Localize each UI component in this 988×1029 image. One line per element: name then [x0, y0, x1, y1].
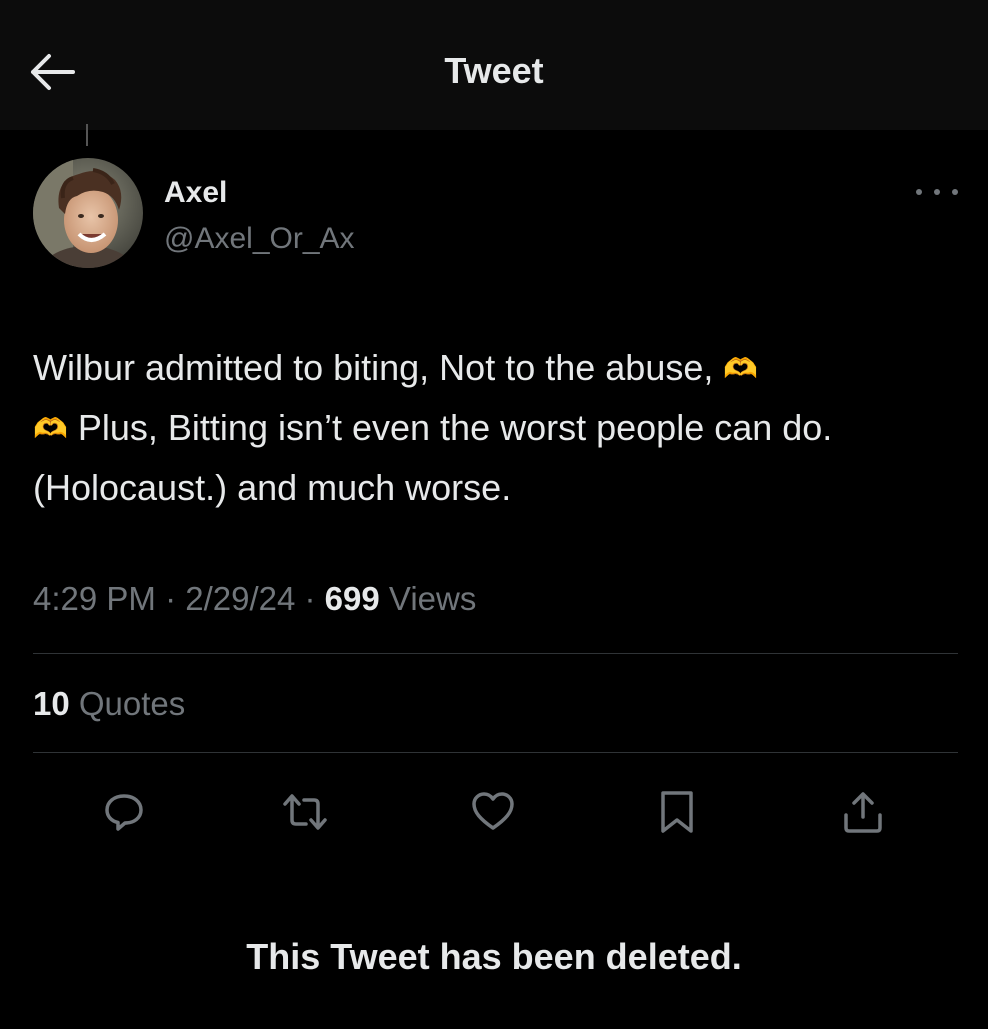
more-dot	[916, 189, 922, 195]
like-button[interactable]	[468, 787, 518, 837]
retweet-button[interactable]	[280, 787, 330, 837]
views-count: 699	[324, 580, 380, 617]
heart-hands-emoji: 🫶	[33, 412, 68, 445]
top-bar: Tweet	[0, 0, 988, 130]
tweet-date[interactable]: 2/29/24	[185, 580, 295, 617]
more-dot	[952, 189, 958, 195]
quotes-link[interactable]: 10 Quotes	[33, 685, 185, 723]
share-button[interactable]	[838, 787, 888, 837]
heart-hands-emoji: 🫶	[723, 352, 759, 385]
author-name[interactable]: Axel	[164, 176, 227, 210]
thread-connector-line	[86, 124, 88, 146]
reply-button[interactable]	[99, 787, 149, 837]
share-icon	[844, 792, 882, 833]
avatar-photo	[33, 158, 143, 268]
reply-icon	[105, 794, 143, 831]
page-title: Tweet	[444, 50, 544, 91]
tweet-text-segment-1: Wilbur admitted to biting, Not to the ab…	[33, 347, 724, 388]
retweet-icon	[283, 794, 327, 830]
heart-icon	[472, 792, 514, 830]
quotes-count: 10	[33, 685, 70, 722]
quotes-label: Quotes	[69, 685, 186, 722]
tweet-time[interactable]: 4:29 PM	[33, 580, 156, 617]
tweet-meta: 4:29 PM · 2/29/24 · 699 Views	[33, 580, 476, 618]
views-label: Views	[379, 580, 477, 617]
author-handle[interactable]: @Axel_Or_Ax	[164, 222, 355, 256]
deleted-notice: This Tweet has been deleted.	[246, 936, 742, 977]
tweet-text-segment-2: Plus, Bitting isn’t even the worst peopl…	[33, 407, 843, 508]
more-dot	[934, 189, 940, 195]
bookmark-button[interactable]	[652, 787, 702, 837]
avatar[interactable]	[33, 158, 143, 268]
meta-separator: ·	[155, 580, 186, 617]
bookmark-icon	[661, 791, 693, 833]
meta-separator: ·	[295, 580, 325, 617]
tweet-text: Wilbur admitted to biting, Not to the ab…	[33, 338, 953, 517]
divider	[33, 653, 958, 654]
more-options-button[interactable]	[916, 180, 958, 204]
divider	[33, 752, 958, 753]
